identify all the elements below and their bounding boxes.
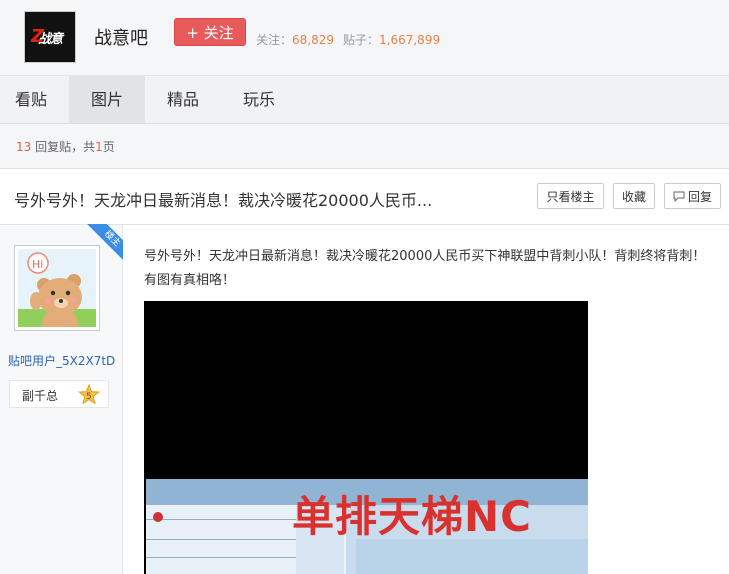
- tab-images[interactable]: 图片: [69, 76, 145, 123]
- author-username[interactable]: 贴吧用户_5X2X7tD: [8, 352, 115, 369]
- level-badge[interactable]: 副千总 5: [9, 380, 109, 408]
- comment-icon: [673, 191, 685, 202]
- op-ribbon: 楼主: [86, 224, 126, 264]
- forum-header: Z 战意 战意吧 + 关注 关注：68,829 贴子：1,667,899: [0, 0, 729, 76]
- reply-count: 13: [16, 140, 32, 154]
- pager-info: 13 回复贴，共1页: [16, 138, 115, 155]
- page-suffix: 页: [102, 140, 115, 154]
- pager-bar: 13 回复贴，共1页: [0, 124, 729, 169]
- forum-name[interactable]: 战意吧: [94, 24, 148, 50]
- op-ribbon-label: 楼主: [86, 224, 126, 264]
- thread-title-bar: 号外号外！天龙冲日最新消息！裁决冷暖花20000人民币... 只看楼主 收藏 回…: [0, 169, 729, 225]
- level-number: 5: [86, 392, 92, 402]
- tab-featured[interactable]: 精品: [145, 76, 221, 123]
- author-column: Hi 贴吧用户_5X2X7tD 副千总 5: [0, 225, 123, 574]
- posts-stat-label: 贴子：: [343, 33, 380, 47]
- post-image[interactable]: 单排天梯NC: [144, 301, 588, 574]
- post-text: 号外号外！天龙冲日最新消息！裁决冷暖花20000人民币买下神联盟中背刺小队！背刺…: [144, 249, 706, 288]
- tab-posts[interactable]: 看贴: [0, 76, 62, 123]
- forum-nav: 看贴 图片 精品 玩乐: [0, 76, 729, 124]
- thread-title: 号外号外！天龙冲日最新消息！裁决冷暖花20000人民币...: [14, 191, 433, 210]
- avatar-image: Hi: [18, 249, 96, 327]
- follow-button[interactable]: + 关注: [174, 18, 246, 46]
- level-name: 副千总: [22, 389, 59, 403]
- only-op-button[interactable]: 只看楼主: [537, 183, 604, 209]
- posts-count: 1,667,899: [379, 33, 441, 47]
- post-content: 号外号外！天龙冲日最新消息！裁决冷暖花20000人民币买下神联盟中背刺小队！背刺…: [123, 225, 729, 574]
- image-banner-text: 单排天梯NC: [292, 492, 532, 541]
- follow-count: 68,829: [292, 33, 335, 47]
- level-star-icon: 5: [78, 384, 100, 405]
- tab-fun[interactable]: 玩乐: [221, 76, 297, 123]
- reply-button-label: 回复: [687, 189, 712, 204]
- logo-mark-icon: Z: [31, 26, 45, 47]
- posts-stat: 贴子：1,667,899: [343, 31, 440, 48]
- reply-suffix: 回复贴，共: [35, 140, 96, 154]
- follow-stat: 关注：68,829: [256, 31, 334, 48]
- reply-button[interactable]: 回复: [664, 183, 721, 209]
- follow-stat-label: 关注：: [256, 33, 293, 47]
- svg-text:Hi: Hi: [32, 258, 43, 271]
- bear-avatar-icon: Hi: [18, 252, 96, 327]
- forum-logo[interactable]: Z 战意: [24, 11, 76, 63]
- page-count: 1: [95, 140, 103, 154]
- favorite-button[interactable]: 收藏: [613, 183, 655, 209]
